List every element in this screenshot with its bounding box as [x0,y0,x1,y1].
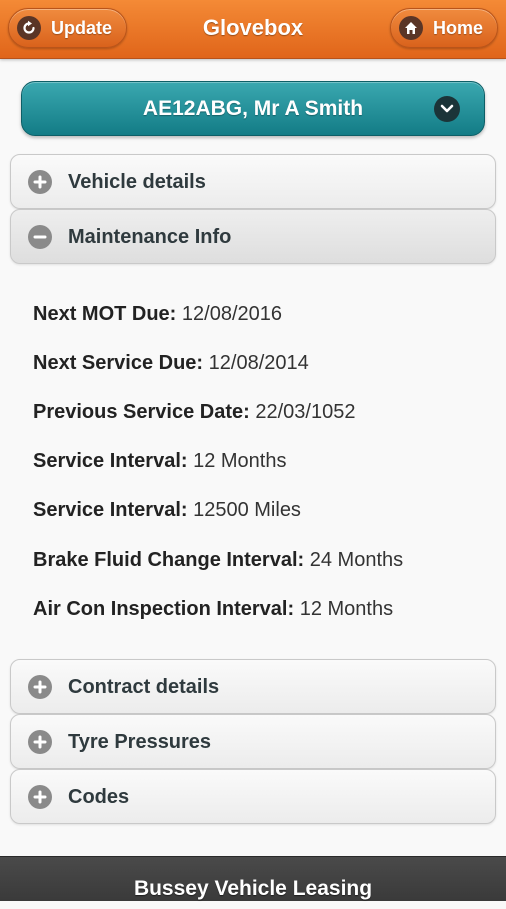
info-value: 12/08/2016 [181,303,283,325]
info-brake-fluid-interval: Brake Fluid Change Interval: 24 Months [33,545,403,575]
info-service-interval-miles: Service Interval: 12500 Miles [33,495,301,525]
info-value: 12/08/2014 [208,352,309,374]
info-value: 12500 Miles [193,499,301,521]
plus-icon [28,170,52,194]
section-vehicle-details[interactable]: Vehicle details [10,154,496,209]
footer-bar: Bussey Vehicle Leasing [0,856,506,901]
footer-text: Bussey Vehicle Leasing [133,877,373,900]
plus-icon [28,730,52,754]
section-tyre-pressures[interactable]: Tyre Pressures [10,714,496,769]
info-previous-service: Previous Service Date: 22/03/1052 [33,397,355,427]
section-label: Codes [68,786,130,808]
home-button-label: Home [433,17,484,38]
section-label: Contract details [68,676,220,698]
vehicle-select-value: AE12ABG, Mr A Smith [142,97,364,120]
info-label: Previous Service Date: [33,401,250,423]
info-label: Service Interval: [33,499,188,521]
home-icon [399,16,423,40]
section-codes[interactable]: Codes [10,769,496,824]
info-label: Air Con Inspection Interval: [33,598,295,620]
info-label: Next Service Due: [33,352,204,374]
chevron-down-icon [434,96,460,122]
info-value: 12 Months [299,598,394,620]
info-label: Service Interval: [33,450,188,472]
info-value: 12 Months [193,450,287,472]
vehicle-select[interactable]: AE12ABG, Mr A Smith [21,81,485,136]
info-air-con-interval: Air Con Inspection Interval: 12 Months [33,594,393,624]
section-label: Tyre Pressures [68,731,212,753]
info-label: Brake Fluid Change Interval: [33,549,305,571]
plus-icon [28,785,52,809]
info-value: 22/03/1052 [255,401,356,423]
header-bar: Update Glovebox Home [0,0,506,59]
info-label: Next MOT Due: [33,303,177,325]
info-value: 24 Months [309,549,404,571]
section-label: Vehicle details [68,171,206,193]
plus-icon [28,675,52,699]
info-service-interval-months: Service Interval: 12 Months [33,446,286,476]
section-contract-details[interactable]: Contract details [10,659,496,714]
info-next-service: Next Service Due: 12/08/2014 [33,348,309,378]
info-next-mot: Next MOT Due: 12/08/2016 [33,299,282,329]
section-maintenance-info[interactable]: Maintenance Info [10,209,496,264]
section-label: Maintenance Info [68,226,232,248]
home-button[interactable]: Home [390,8,498,48]
minus-icon [28,225,52,249]
